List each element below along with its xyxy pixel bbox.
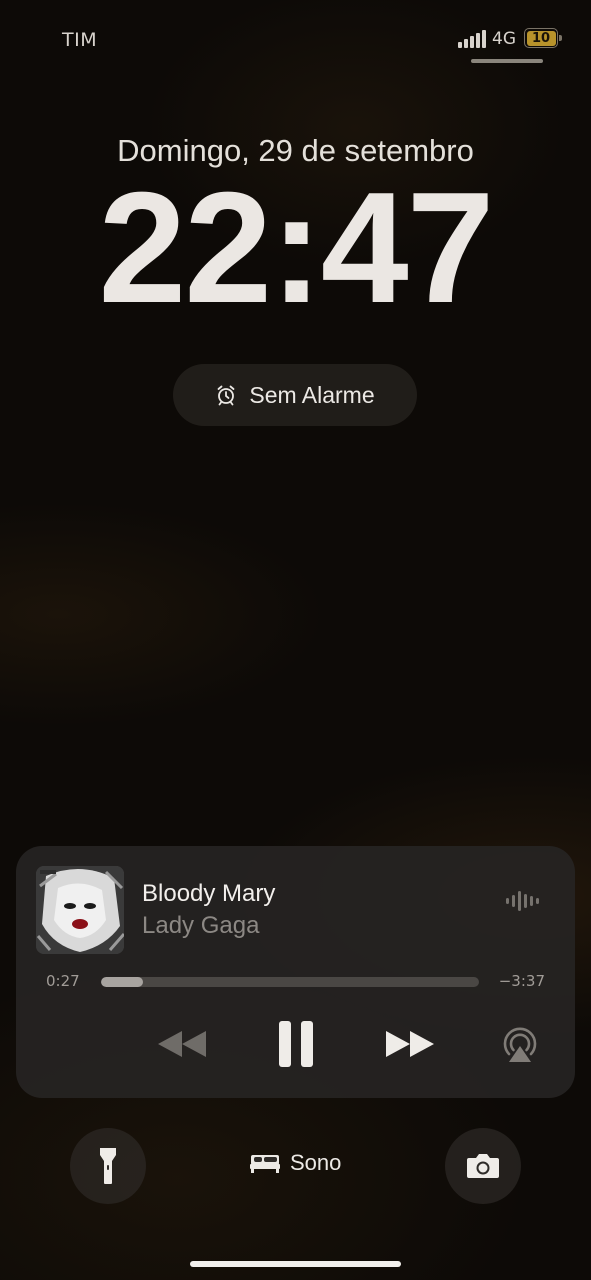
song-artist: Lady Gaga bbox=[142, 912, 260, 939]
control-center-indicator[interactable] bbox=[471, 59, 543, 63]
camera-button[interactable] bbox=[445, 1128, 521, 1204]
pause-button[interactable] bbox=[270, 1018, 322, 1070]
battery-percent: 10 bbox=[531, 30, 551, 46]
rewind-icon bbox=[158, 1031, 206, 1057]
airplay-button[interactable] bbox=[498, 1022, 542, 1066]
home-indicator[interactable] bbox=[190, 1261, 401, 1267]
flashlight-icon bbox=[100, 1148, 116, 1184]
carrier-label: TIM bbox=[62, 29, 98, 51]
album-artwork-image bbox=[36, 866, 124, 954]
song-title: Bloody Mary bbox=[142, 880, 276, 907]
battery-icon: 10 bbox=[524, 28, 562, 48]
remaining-time: −3:37 bbox=[498, 972, 545, 990]
flashlight-button[interactable] bbox=[70, 1128, 146, 1204]
airplay-icon bbox=[503, 1027, 537, 1062]
sleep-label: Sono bbox=[290, 1150, 342, 1175]
camera-icon bbox=[467, 1154, 499, 1178]
network-type: 4G bbox=[492, 29, 516, 49]
bed-icon bbox=[250, 1155, 280, 1173]
alarm-clock-icon bbox=[217, 385, 235, 406]
playback-progress-fill bbox=[101, 977, 143, 987]
album-artwork[interactable] bbox=[36, 866, 124, 954]
playback-scrubber[interactable] bbox=[101, 977, 479, 987]
alarm-widget[interactable]: Sem Alarme bbox=[173, 364, 417, 426]
fast-forward-button[interactable] bbox=[382, 1024, 438, 1064]
now-playing-widget[interactable]: Bloody Mary Lady Gaga 0:27 −3:37 bbox=[16, 846, 575, 1098]
signal-bars-icon bbox=[458, 30, 486, 48]
pause-icon bbox=[279, 1021, 313, 1067]
fast-forward-icon bbox=[386, 1031, 434, 1057]
rewind-button[interactable] bbox=[154, 1024, 210, 1064]
elapsed-time: 0:27 bbox=[46, 972, 80, 990]
waveform-icon bbox=[506, 891, 539, 911]
status-bar: TIM 4G 10 bbox=[0, 0, 591, 70]
sleep-focus[interactable]: Sono bbox=[250, 1150, 341, 1176]
alarm-label: Sem Alarme bbox=[249, 381, 375, 408]
lock-time: 22:47 bbox=[98, 160, 494, 336]
